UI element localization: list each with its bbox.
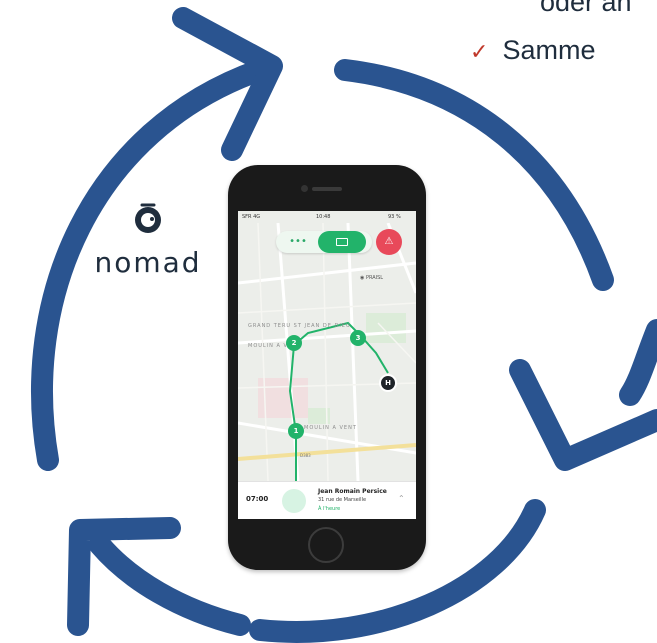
poi-label: PRAISL xyxy=(365,275,384,281)
view-switcher: ••• xyxy=(276,231,372,253)
bullet-line-1: oder an xyxy=(540,0,632,18)
chevron-up-icon[interactable]: ⌃ xyxy=(398,494,405,503)
phone-mockup: SFR 4G 10:48 93 % D383 GRAND TERU ST JEA… xyxy=(228,165,426,570)
passenger-address: 31 rue de Marseille xyxy=(318,497,367,503)
passenger-name: Jean Romain Persice xyxy=(318,488,387,495)
map-label-district: GRAND TERU ST JEAN DE DIEU xyxy=(248,323,351,329)
route-stop-3[interactable]: 3 xyxy=(350,330,366,346)
map-view-button[interactable] xyxy=(318,231,366,253)
map-poi: ◉ PRAISL xyxy=(360,275,383,281)
app-screen: SFR 4G 10:48 93 % D383 GRAND TERU ST JEA… xyxy=(238,211,416,519)
next-stop-card[interactable]: 07:00 Jean Romain Persice 31 rue de Mars… xyxy=(238,481,416,519)
route-end-marker[interactable]: H xyxy=(379,374,397,392)
bullet-line-2-text: Samme xyxy=(502,35,596,65)
park-area xyxy=(366,313,406,343)
alert-button[interactable]: ⚠ xyxy=(376,229,402,255)
route-stop-2[interactable]: 2 xyxy=(286,335,302,351)
alert-icon: ⚠ xyxy=(384,236,394,247)
battery-level: 93 % xyxy=(388,214,401,220)
road-label: D383 xyxy=(300,453,311,458)
carrier-label: SFR 4G xyxy=(242,214,261,220)
check-icon: ✓ xyxy=(470,39,489,64)
cycle-arc-bottom-left xyxy=(89,534,251,636)
passenger-avatar xyxy=(282,489,306,513)
on-time-status: À l'heure xyxy=(318,506,341,512)
map-icon xyxy=(336,238,348,246)
nomad-logo-icon xyxy=(135,203,161,233)
route-icon[interactable]: ••• xyxy=(276,231,320,253)
route-map[interactable]: D383 xyxy=(238,223,416,481)
bullet-line-1-text: oder an xyxy=(540,0,632,17)
map-label-area-2: MOULIN A VENT xyxy=(304,425,357,431)
cycle-arc-right xyxy=(619,319,657,406)
nomad-logo: nomad xyxy=(88,200,208,279)
earpiece xyxy=(312,187,342,191)
bullet-line-2: ✓ Samme xyxy=(470,34,595,68)
home-button[interactable] xyxy=(308,527,344,563)
clock: 10:48 xyxy=(316,214,331,220)
front-camera xyxy=(301,185,308,192)
stop-time: 07:00 xyxy=(246,495,269,503)
status-bar: SFR 4G 10:48 93 % xyxy=(238,211,416,223)
logo-wordmark: nomad xyxy=(94,246,202,279)
route-stop-1[interactable]: 1 xyxy=(288,423,304,439)
